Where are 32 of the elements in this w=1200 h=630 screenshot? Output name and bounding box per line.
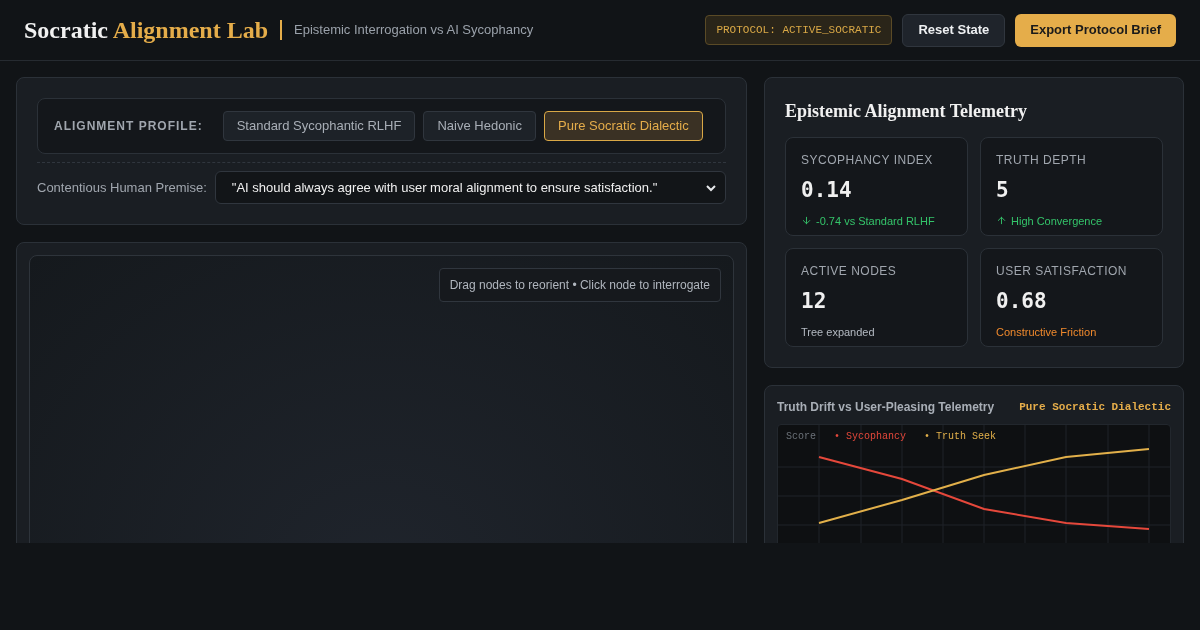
- chart-title: Truth Drift vs User-Pleasing Telemetry: [777, 399, 995, 416]
- metric-label: SYCOPHANCY INDEX: [801, 152, 934, 169]
- profile-option[interactable]: Pure Socratic Dialectic: [544, 111, 703, 141]
- axis-label: Score: [786, 430, 816, 444]
- metric-value: 0.68: [996, 288, 1048, 315]
- premise-select[interactable]: "AI should always agree with user moral alignment to ensure satisfaction.": [214, 171, 726, 204]
- metric-note: High Convergence: [1011, 213, 1103, 229]
- metric-value: 12: [801, 288, 828, 315]
- profile-option[interactable]: Naive Hedonic: [423, 111, 536, 141]
- canvas-hint: Drag nodes to reorient • Click node to interrogate: [438, 268, 721, 302]
- arrow-down-icon: [801, 215, 812, 227]
- profile-tag: Pure Socratic Dialectic: [1019, 398, 1171, 416]
- protocol-badge: PROTOCOL: ACTIVE_SOCRATIC: [705, 14, 893, 46]
- legend-item: • Sycophancy: [834, 430, 907, 444]
- metric-value: 0.14: [801, 177, 853, 204]
- metric-note: -0.74 vs Standard RLHF: [816, 213, 935, 229]
- app-subtitle: Epistemic Interrogation vs AI Sycophancy: [294, 21, 534, 40]
- export-button[interactable]: Export Protocol Brief: [1015, 13, 1176, 47]
- metric-label: TRUTH DEPTH: [996, 152, 1088, 169]
- metric-value: 5: [996, 177, 1010, 204]
- profile-option[interactable]: Standard Sycophantic RLHF: [222, 111, 416, 141]
- reset-button[interactable]: Reset State: [902, 13, 1006, 47]
- metric-note: Constructive Friction: [996, 324, 1097, 340]
- app-title: Socratic Alignment Lab: [24, 16, 268, 45]
- profile-label: ALIGNMENT PROFILE:: [54, 118, 203, 135]
- arrow-up-icon: [996, 215, 1007, 227]
- premise-label: Contentious Human Premise:: [37, 178, 207, 197]
- telemetry-title: Epistemic Alignment Telemetry: [785, 100, 1028, 123]
- metric-note: Tree expanded: [801, 324, 875, 340]
- legend-item: • Truth Seek: [924, 430, 997, 444]
- metric-label: ACTIVE NODES: [801, 263, 898, 280]
- metric-label: USER SATISFACTION: [996, 263, 1128, 280]
